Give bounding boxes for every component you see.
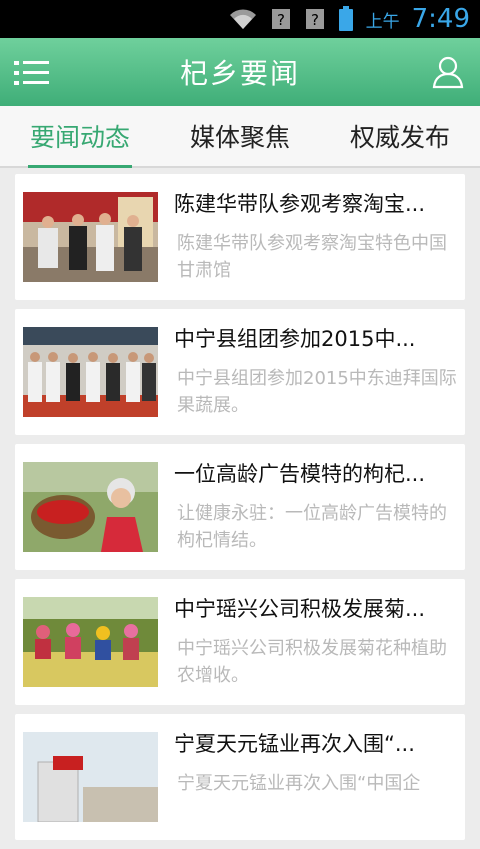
news-item[interactable]: 中宁瑶兴公司积极发展菊... 中宁瑶兴公司积极发展菊花种植助农增收。 — [15, 579, 465, 705]
tab-bar: 要闻动态 媒体聚焦 权威发布 — [0, 106, 480, 168]
menu-list-icon[interactable] — [14, 58, 50, 88]
news-title: 中宁瑶兴公司积极发展菊... — [174, 597, 426, 621]
news-thumbnail — [23, 597, 158, 687]
status-ampm: 上午 — [365, 11, 400, 32]
news-title: 宁夏天元锰业再次入围“... — [174, 732, 415, 756]
news-item[interactable]: 陈建华带队参观考察淘宝... 陈建华带队参观考察淘宝特色中国甘肃馆 — [15, 174, 465, 300]
status-time: 7:49 — [411, 4, 470, 34]
svg-text:?: ? — [277, 11, 285, 29]
news-list: 陈建华带队参观考察淘宝... 陈建华带队参观考察淘宝特色中国甘肃馆 中宁县组团参… — [15, 174, 465, 849]
news-thumbnail — [23, 327, 158, 417]
svg-text:?: ? — [311, 11, 319, 29]
news-item[interactable]: 中宁县组团参加2015中... 中宁县组团参加2015中东迪拜国际果蔬展。 — [15, 309, 465, 435]
tab-news[interactable]: 要闻动态 — [0, 106, 160, 168]
news-summary: 宁夏天元锰业再次入围“中国企 — [177, 773, 421, 794]
news-title: 中宁县组团参加2015中... — [174, 327, 416, 351]
wifi-icon — [228, 7, 258, 31]
signal-unknown-icon: ? — [304, 7, 326, 31]
page-title: 杞乡要闻 — [179, 57, 300, 90]
user-icon[interactable] — [432, 55, 464, 89]
news-thumbnail — [23, 462, 158, 552]
news-summary: 陈建华带队参观考察淘宝特色中国甘肃馆 — [177, 233, 447, 281]
news-summary: 中宁县组团参加2015中东迪拜国际果蔬展。 — [177, 368, 457, 416]
app-header: 杞乡要闻 — [0, 38, 480, 106]
news-summary: 让健康永驻：一位高龄广告模特的枸杞情结。 — [177, 503, 447, 551]
news-title: 一位高龄广告模特的枸杞... — [174, 462, 426, 486]
battery-icon — [338, 6, 354, 32]
news-thumbnail — [23, 192, 158, 282]
news-item[interactable]: 宁夏天元锰业再次入围“... 宁夏天元锰业再次入围“中国企 — [15, 714, 465, 840]
signal-unknown-icon: ? — [270, 7, 292, 31]
tab-official[interactable]: 权威发布 — [320, 106, 480, 166]
status-bar: ? ? 上午 7:49 — [0, 0, 480, 38]
news-item[interactable]: 一位高龄广告模特的枸杞... 让健康永驻：一位高龄广告模特的枸杞情结。 — [15, 444, 465, 570]
tab-media[interactable]: 媒体聚焦 — [160, 106, 320, 166]
news-title: 陈建华带队参观考察淘宝... — [174, 192, 426, 216]
news-thumbnail — [23, 732, 158, 822]
news-summary: 中宁瑶兴公司积极发展菊花种植助农增收。 — [177, 638, 447, 686]
